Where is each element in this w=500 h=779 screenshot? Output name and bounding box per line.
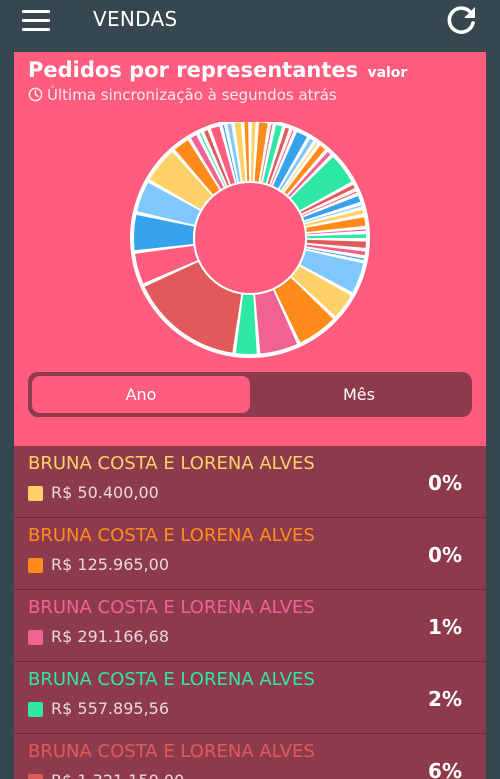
representative-percent: 0% — [428, 543, 462, 567]
period-toggle: Ano Mês — [28, 372, 472, 417]
representative-value: R$ 291.166,68 — [51, 627, 169, 646]
representative-name: BRUNA COSTA E LORENA ALVES — [28, 669, 315, 690]
card-title-text: Pedidos por representantes — [28, 58, 359, 82]
representative-name: BRUNA COSTA E LORENA ALVES — [28, 525, 315, 546]
list-item[interactable]: BRUNA COSTA E LORENA ALVES R$ 50.400,00 … — [14, 446, 486, 518]
representative-value: R$ 125.965,00 — [51, 555, 169, 574]
representative-value: R$ 50.400,00 — [51, 483, 159, 502]
menu-icon[interactable] — [22, 10, 50, 32]
page-title: VENDAS — [93, 7, 178, 31]
representative-name: BRUNA COSTA E LORENA ALVES — [28, 453, 315, 474]
metric-label[interactable]: valor — [367, 65, 407, 81]
representative-name: BRUNA COSTA E LORENA ALVES — [28, 741, 315, 762]
representative-percent: 6% — [428, 759, 462, 779]
refresh-icon[interactable] — [444, 4, 478, 38]
sales-by-representative-card: Pedidos por representantes valor Última … — [14, 52, 486, 779]
card-title: Pedidos por representantes valor — [28, 58, 407, 82]
list-item[interactable]: BRUNA COSTA E LORENA ALVES R$ 557.895,56… — [14, 662, 486, 734]
color-swatch — [28, 702, 43, 717]
donut-hole — [195, 183, 305, 293]
representative-value: R$ 1.321.150,00 — [51, 771, 184, 779]
representative-name: BRUNA COSTA E LORENA ALVES — [28, 597, 315, 618]
representative-percent: 1% — [428, 615, 462, 639]
list-item[interactable]: BRUNA COSTA E LORENA ALVES R$ 1.321.150,… — [14, 734, 486, 779]
color-swatch — [28, 774, 43, 779]
toggle-mes[interactable]: Mês — [250, 376, 468, 413]
top-app-bar: VENDAS — [0, 0, 500, 50]
clock-icon — [28, 87, 43, 102]
sync-text: Última sincronização à segundos atrás — [47, 86, 337, 104]
representative-value: R$ 557.895,56 — [51, 699, 169, 718]
color-swatch — [28, 486, 43, 501]
toggle-ano[interactable]: Ano — [32, 376, 250, 413]
representative-percent: 2% — [428, 687, 462, 711]
color-swatch — [28, 558, 43, 573]
list-item[interactable]: BRUNA COSTA E LORENA ALVES R$ 291.166,68… — [14, 590, 486, 662]
sync-status: Última sincronização à segundos atrás — [28, 86, 337, 104]
list-item[interactable]: BRUNA COSTA E LORENA ALVES R$ 125.965,00… — [14, 518, 486, 590]
donut-chart[interactable] — [14, 122, 486, 362]
color-swatch — [28, 630, 43, 645]
representatives-list: BRUNA COSTA E LORENA ALVES R$ 50.400,00 … — [14, 446, 486, 779]
representative-percent: 0% — [428, 471, 462, 495]
